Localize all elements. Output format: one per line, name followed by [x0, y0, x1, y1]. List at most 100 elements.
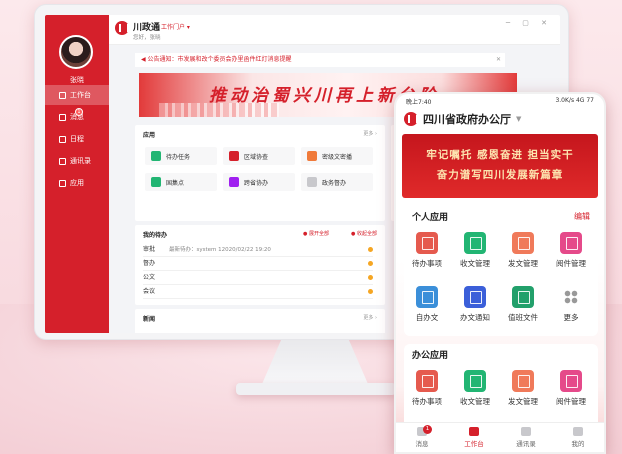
status-dot — [368, 247, 373, 252]
monitor-base — [236, 383, 396, 395]
chevron-down-icon[interactable]: ▼ — [516, 115, 521, 123]
todo-panel: 我的待办 ● 展开全部 ● 收起全部 审批 最新待办：system 12020/… — [135, 225, 385, 305]
tab-label: 消息 — [415, 440, 429, 448]
app-tile[interactable]: 跨省协办 — [223, 173, 295, 191]
tile-label: 待办任务 — [166, 153, 191, 161]
app-send-doc[interactable]: 发文管理 — [500, 370, 546, 407]
app-title: 川政通 — [133, 23, 161, 33]
app-todo[interactable]: 待办事项 — [404, 232, 450, 269]
app-logo-icon — [115, 21, 129, 35]
app-tile[interactable]: 密级文密播 — [301, 147, 373, 165]
mobile-header: 四川省政府办公厅 ▼ — [396, 108, 604, 130]
sidebar-item-label: 日程 — [70, 135, 84, 143]
read-doc-icon — [560, 232, 582, 254]
grid-more-icon — [560, 286, 582, 308]
app-todo[interactable]: 待办事项 — [404, 370, 450, 407]
sidebar-item-apps[interactable]: 应用 — [45, 173, 109, 193]
status-dot — [368, 261, 373, 266]
portal-switcher[interactable]: 工作门户 ▾ — [161, 22, 190, 31]
table-row[interactable]: 公文 — [143, 271, 373, 285]
self-doc-icon — [416, 286, 438, 308]
sidebar-item-contacts[interactable]: 通讯录 — [45, 151, 109, 171]
collect-icon — [151, 177, 161, 187]
status-bar: 晚上7:40 3.0K/s 4G 77 — [396, 94, 604, 108]
send-doc-icon — [512, 232, 534, 254]
row-label: 督办 — [143, 260, 156, 267]
todo-icon — [416, 370, 438, 392]
app-label: 待办事项 — [412, 259, 442, 268]
app-tile[interactable]: 政务督办 — [301, 173, 373, 191]
mobile-banner: 牢记嘱托 感恩奋进 担当实干 奋力谱写四川发展新篇章 — [402, 134, 598, 198]
more-link[interactable]: 更多 › — [363, 314, 377, 321]
edit-link[interactable]: 编辑 — [574, 211, 590, 222]
tile-label: 区域协查 — [244, 153, 269, 161]
row-label: 公文 — [143, 274, 156, 281]
status-indicators: 3.0K/s 4G 77 — [555, 97, 594, 104]
window-controls[interactable]: ─ ▢ ✕ — [506, 19, 552, 27]
table-row[interactable]: 督办 — [143, 257, 373, 271]
sidebar: 张晓 工作台 消息 1 日程 通讯录 应用 — [45, 15, 109, 333]
row-label: 审批 — [143, 246, 156, 253]
cross-province-icon — [229, 177, 239, 187]
row-label: 会议 — [143, 288, 156, 295]
tab-label: 我的 — [571, 440, 585, 448]
notice-text: ◀ 公告通知：市发展和改个委员会办里函件红灯消息提醒 — [141, 56, 292, 63]
status-time: 晚上7:40 — [406, 99, 432, 106]
message-icon — [59, 113, 66, 121]
secret-doc-icon — [307, 151, 317, 161]
tile-label: 政务督办 — [322, 179, 347, 187]
app-header: 川政通 工作门户 ▾ 您好，张晓 ─ ▢ ✕ — [109, 15, 560, 45]
app-label: 自办文 — [415, 313, 439, 322]
sidebar-item-label: 工作台 — [70, 91, 91, 99]
tab-label: 通讯录 — [516, 440, 536, 448]
app-label: 收文管理 — [460, 259, 490, 268]
home-icon — [59, 91, 66, 99]
table-row[interactable]: 审批 最新待办：system 12020/02/22 19:20 — [143, 243, 373, 257]
sidebar-item-schedule[interactable]: 日程 — [45, 129, 109, 149]
table-row[interactable]: 会议 — [143, 285, 373, 299]
read-doc-icon — [560, 370, 582, 392]
app-tile[interactable]: 国集点 — [145, 173, 217, 191]
tile-label: 跨省协办 — [244, 179, 269, 187]
collapse-all-link[interactable]: ● 收起全部 — [351, 230, 377, 237]
app-more[interactable]: 更多 — [548, 286, 594, 323]
app-tile[interactable]: 待办任务 — [145, 147, 217, 165]
status-dot — [368, 275, 373, 280]
section-title: 个人应用 — [412, 213, 449, 223]
app-read-doc[interactable]: 阅件管理 — [548, 370, 594, 407]
app-read-doc[interactable]: 阅件管理 — [548, 232, 594, 269]
tile-label: 国集点 — [166, 179, 185, 187]
app-label: 值班文件 — [508, 313, 538, 322]
tab-workbench[interactable]: 工作台 — [448, 423, 500, 452]
tab-label: 工作台 — [464, 440, 484, 448]
status-dot — [368, 289, 373, 294]
sidebar-item-workbench[interactable]: 工作台 — [45, 85, 109, 105]
app-notice[interactable]: 办文通知 — [452, 286, 498, 323]
sidebar-item-messages[interactable]: 消息 1 — [45, 107, 109, 127]
app-duty-file[interactable]: 值班文件 — [500, 286, 546, 323]
app-self-doc[interactable]: 自办文 — [404, 286, 450, 323]
tab-messages[interactable]: 消息 1 — [396, 423, 448, 452]
expand-all-link[interactable]: ● 展开全部 — [303, 230, 329, 237]
apps-icon — [59, 179, 66, 187]
app-receive-doc[interactable]: 收文管理 — [452, 232, 498, 269]
panel-title: 应用 — [143, 132, 156, 139]
tab-profile[interactable]: 我的 — [552, 423, 604, 452]
tab-contacts[interactable]: 通讯录 — [500, 423, 552, 452]
office-apps-section: 办公应用 待办事项 收文管理 发文管理 阅件管理 — [404, 344, 598, 428]
app-tile[interactable]: 区域协查 — [223, 147, 295, 165]
avatar[interactable] — [59, 35, 93, 69]
row-meta: 最新待办：system 12020/02/22 19:20 — [169, 247, 271, 253]
apps-panel: 应用 更多 › 待办任务 区域协查 密级文密播 国集点 跨省协办 政务督办 — [135, 125, 385, 221]
supervise-icon — [307, 177, 317, 187]
notice-bar[interactable]: ◀ 公告通知：市发展和改个委员会办里函件红灯消息提醒 ✕ — [135, 53, 505, 67]
close-icon[interactable]: ✕ — [496, 53, 501, 67]
app-send-doc[interactable]: 发文管理 — [500, 232, 546, 269]
org-title[interactable]: 四川省政府办公厅 — [423, 111, 511, 127]
greeting: 您好，张晓 — [133, 35, 161, 41]
app-receive-doc[interactable]: 收文管理 — [452, 370, 498, 407]
task-icon — [151, 151, 161, 161]
app-logo-icon — [404, 112, 418, 126]
sidebar-item-label: 应用 — [70, 179, 84, 187]
more-link[interactable]: 更多 › — [363, 130, 377, 137]
